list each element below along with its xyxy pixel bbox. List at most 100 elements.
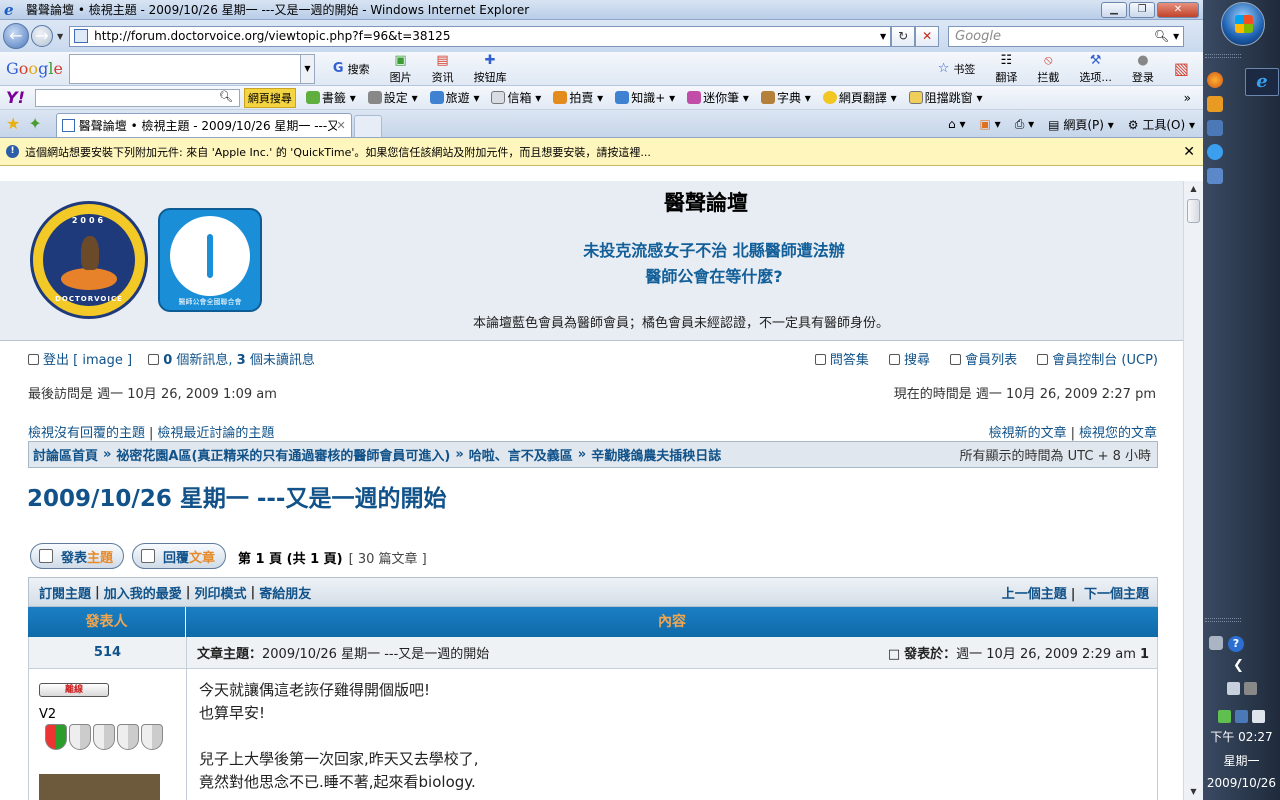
history-dropdown[interactable]: ▼ xyxy=(57,32,63,41)
start-button[interactable] xyxy=(1221,2,1265,46)
ie-taskbar-button[interactable]: e xyxy=(1245,68,1279,96)
next-topic-link[interactable]: 下一個主題 xyxy=(1084,587,1149,602)
clock-date[interactable]: 2009/10/26 xyxy=(1203,776,1280,790)
stop-button[interactable]: ✕ xyxy=(915,25,940,47)
avatar[interactable] xyxy=(39,774,160,800)
scroll-thumb[interactable] xyxy=(1187,199,1200,223)
new-tab-button[interactable] xyxy=(353,115,382,137)
yahoo-mail[interactable]: 信箱 ▾ xyxy=(491,89,541,106)
firefox-icon[interactable] xyxy=(1207,72,1223,88)
google-login-button[interactable]: ● 登录 xyxy=(1132,53,1154,85)
clock-time[interactable]: 下午 02:27 xyxy=(1203,728,1280,745)
new-posts-link[interactable]: 檢視新的文章 xyxy=(989,426,1067,441)
back-button[interactable]: ← xyxy=(3,23,29,49)
infobar-close-button[interactable]: ✕ xyxy=(1183,144,1195,160)
subscribe-topic-link[interactable]: 訂閱主題 xyxy=(39,583,91,602)
yahoo-translate[interactable]: 網頁翻譯 ▾ xyxy=(822,89,897,106)
app-tray-icon[interactable] xyxy=(1243,682,1257,695)
page-menu[interactable]: ▤ 網頁(P) ▾ xyxy=(1048,116,1114,133)
search-input[interactable]: Google xyxy=(955,29,1154,44)
language-bar-icon[interactable] xyxy=(1209,636,1223,650)
tools-menu[interactable]: ⚙ 工具(O) ▾ xyxy=(1128,116,1195,133)
site-slogan-line2[interactable]: 醫師公會在等什麼? xyxy=(0,263,1183,287)
taskbar-grip[interactable] xyxy=(1205,618,1241,622)
google-news-button[interactable]: ▤ 资讯 xyxy=(432,53,454,85)
previous-topic-link[interactable]: 上一個主題 xyxy=(1002,587,1067,602)
active-topics-link[interactable]: 檢視最近討論的主題 xyxy=(157,426,274,441)
tab-active[interactable]: 醫聲論壇 • 檢視主題 - 2009/10/26 星期一 ---又... ✕ xyxy=(55,113,352,137)
google-search-input[interactable] xyxy=(68,53,301,84)
google-bookmarks-button[interactable]: ☆ 书签 xyxy=(938,61,976,77)
clock-day[interactable]: 星期一 xyxy=(1203,752,1280,769)
post-icon[interactable]: □ xyxy=(888,647,900,662)
breadcrumb-home[interactable]: 討論區首頁 xyxy=(33,445,98,464)
forward-button[interactable]: → xyxy=(31,25,53,47)
yahoo-bookmarks[interactable]: 書籤 ▾ xyxy=(305,89,356,106)
google-popup-blocker-button[interactable]: ⦸ 拦截 xyxy=(1037,53,1059,85)
search-box[interactable]: Google 🔍︎ ▾ xyxy=(948,25,1185,47)
yahoo-answers[interactable]: 知識+ ▾ xyxy=(615,89,675,106)
chevron-down-icon[interactable]: ▾ xyxy=(1173,29,1183,43)
breadcrumb-diary[interactable]: 辛勤賤鴿農夫插秧日誌 xyxy=(591,445,721,464)
yahoo-popup-blocker[interactable]: 阻擋跳窗 ▾ xyxy=(908,89,983,106)
reply-button[interactable]: 回覆 文章 xyxy=(132,543,227,569)
site-slogan-line1[interactable]: 未投克流感女子不治 北縣醫師遭法辦 xyxy=(0,237,1183,261)
help-icon[interactable]: ? xyxy=(1228,636,1244,652)
google-pdf-button[interactable]: ▧ xyxy=(1174,60,1189,77)
search-link[interactable]: 搜尋 xyxy=(888,353,930,368)
network-tray-icon[interactable] xyxy=(1235,710,1248,723)
taskbar-grip[interactable] xyxy=(1205,54,1241,58)
minimize-button[interactable]: ▁ xyxy=(1101,1,1127,18)
faq-link[interactable]: 問答集 xyxy=(814,353,869,368)
safety-tray-icon[interactable] xyxy=(1218,710,1231,723)
yahoo-notes[interactable]: 迷你筆 ▾ xyxy=(687,89,749,106)
media-player-icon[interactable] xyxy=(1207,96,1223,112)
refresh-button[interactable]: ↻ xyxy=(891,25,916,47)
print-icon[interactable]: ⎙ ▾ xyxy=(1015,117,1034,132)
yahoo-settings[interactable]: 設定 ▾ xyxy=(367,89,418,106)
print-view-link[interactable]: 列印模式 xyxy=(195,583,247,602)
post-author-link[interactable]: 514 xyxy=(29,637,187,668)
information-bar[interactable]: ! 這個網站想要安裝下列附加元件: 來自 'Apple Inc.' 的 'Qui… xyxy=(0,138,1203,166)
google-search-button[interactable]: G 搜索 xyxy=(333,61,370,77)
breadcrumb-chat-area[interactable]: 哈啦、言不及義區 xyxy=(469,445,573,464)
tab-close-icon[interactable]: ✕ xyxy=(337,119,346,132)
show-desktop-icon[interactable] xyxy=(1207,168,1223,184)
network-icon[interactable] xyxy=(1207,120,1223,136)
logout-link[interactable]: 登出 [ image ] xyxy=(28,353,132,368)
google-options-button[interactable]: ⚒ 选项... xyxy=(1079,53,1112,85)
add-favorite-icon[interactable]: ✦ xyxy=(28,114,41,133)
google-translate-button[interactable]: ☷ 翻译 xyxy=(995,53,1017,85)
maximize-button[interactable]: ❐ xyxy=(1129,1,1155,18)
google-images-button[interactable]: ▣ 图片 xyxy=(390,53,412,85)
ucp-link[interactable]: 會員控制台 (UCP) xyxy=(1037,353,1158,368)
volume-tray-icon[interactable] xyxy=(1252,710,1265,723)
page-scrollbar[interactable]: ▲ ▼ xyxy=(1183,181,1203,800)
favorites-star-icon[interactable]: ★ xyxy=(6,114,20,133)
rss-feed-icon[interactable]: ▣ ▾ xyxy=(980,117,1001,131)
breadcrumb-secret-garden[interactable]: 祕密花園A區(真正精采的只有通過審核的醫師會員可進入) xyxy=(116,445,450,464)
infobar-message[interactable]: 這個網站想要安裝下列附加元件: 來自 'Apple Inc.' 的 'Quick… xyxy=(25,144,1183,160)
home-icon[interactable]: ⌂ ▾ xyxy=(948,117,965,131)
messages-link[interactable]: 0 個新訊息, 3 個未讀訊息 xyxy=(148,353,315,368)
scroll-up-arrow[interactable]: ▲ xyxy=(1184,181,1203,197)
scroll-down-arrow[interactable]: ▼ xyxy=(1184,784,1203,800)
google-search-dropdown[interactable]: ▼ xyxy=(300,53,315,84)
bookmark-topic-link[interactable]: 加入我的最愛 xyxy=(104,583,182,602)
new-topic-button[interactable]: 發表 主題 xyxy=(30,543,125,569)
search-icon[interactable]: 🔍︎ xyxy=(1154,29,1173,43)
ie-quicklaunch-icon[interactable] xyxy=(1207,144,1223,160)
mail-tray-icon[interactable] xyxy=(1226,682,1240,695)
url-dropdown[interactable]: ▼ xyxy=(876,32,890,41)
your-posts-link[interactable]: 檢視您的文章 xyxy=(1079,426,1157,441)
unanswered-topics-link[interactable]: 檢視沒有回覆的主題 xyxy=(28,426,145,441)
close-window-button[interactable]: ✕ xyxy=(1157,1,1199,18)
memberlist-link[interactable]: 會員列表 xyxy=(950,353,1017,368)
chevron-left-icon[interactable]: ❮ xyxy=(1233,658,1244,673)
google-buttons-button[interactable]: ✚ 按钮库 xyxy=(474,53,507,85)
yahoo-search-input[interactable]: 🔍︎ xyxy=(34,88,240,107)
page-title[interactable]: 2009/10/26 星期一 ---又是一週的開始 xyxy=(27,479,446,513)
yahoo-web-search-button[interactable]: 網頁搜尋 xyxy=(243,87,296,108)
url-field[interactable]: http://forum.doctorvoice.org/viewtopic.p… xyxy=(69,25,892,47)
yahoo-logo[interactable]: Y! xyxy=(6,88,25,107)
